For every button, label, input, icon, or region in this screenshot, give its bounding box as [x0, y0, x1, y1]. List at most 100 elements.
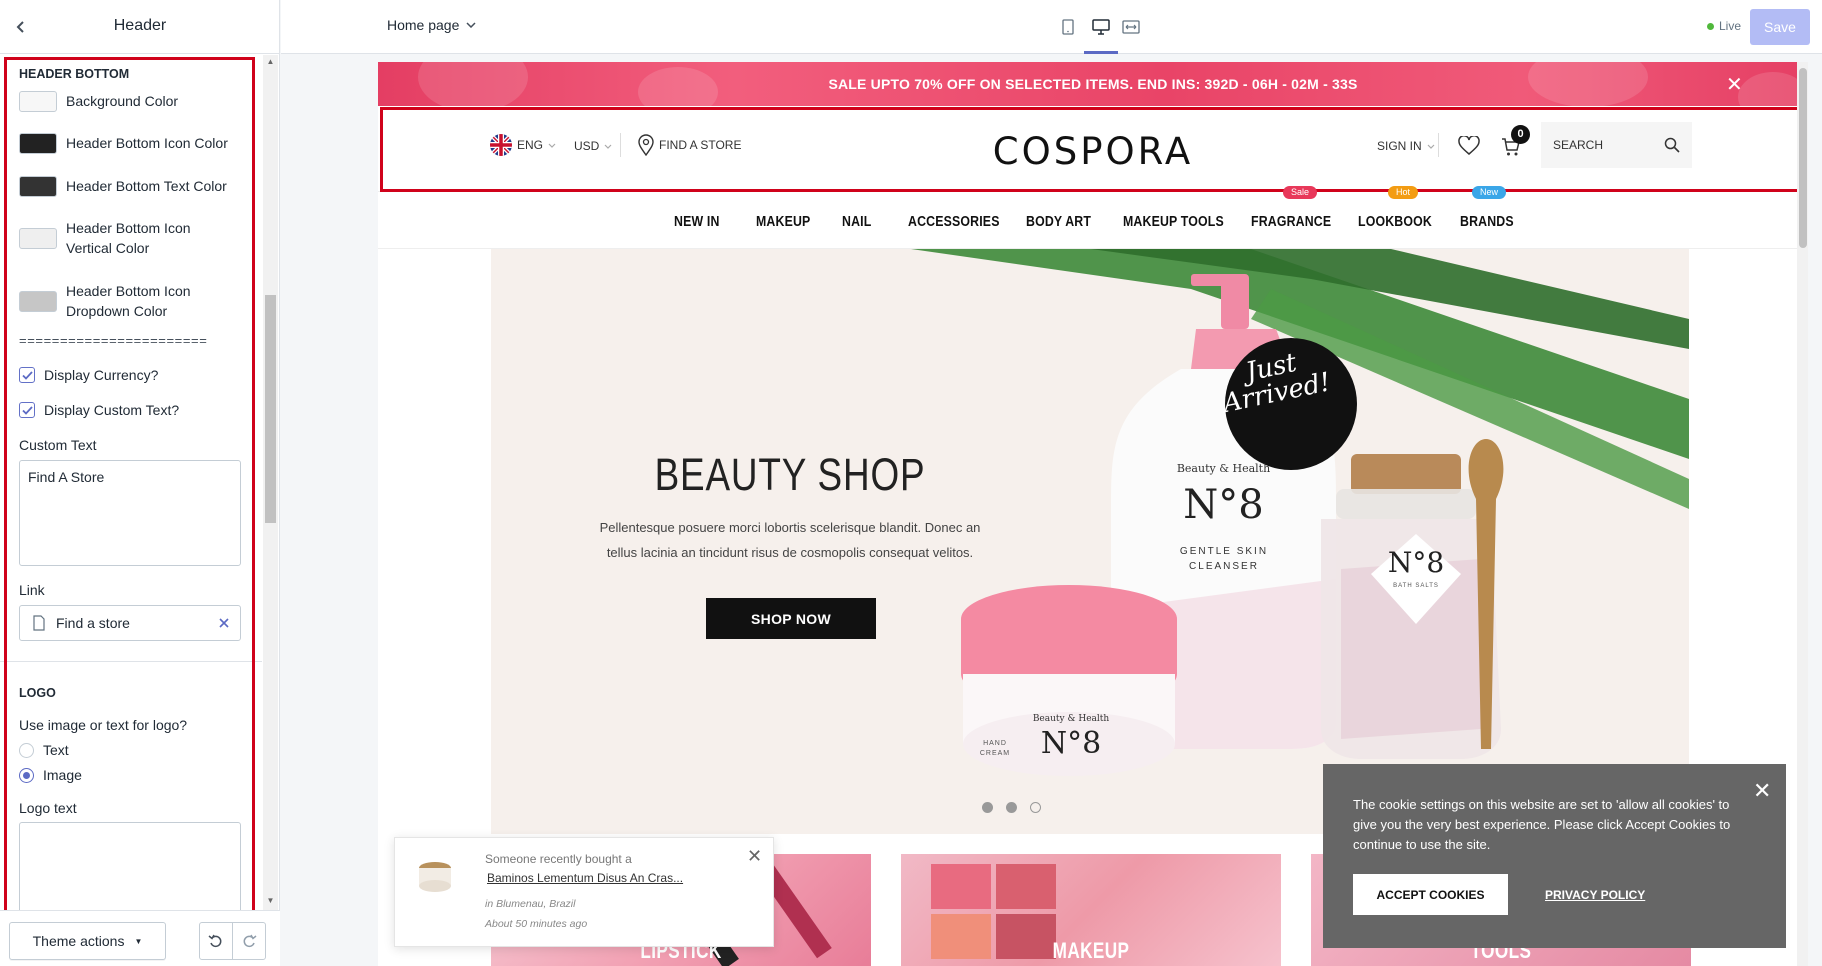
nav-item-brands[interactable]: BRANDS [1460, 214, 1514, 230]
sign-in-menu[interactable]: SIGN IN [1377, 139, 1435, 153]
slide-dot-3[interactable] [1030, 802, 1041, 813]
save-button[interactable]: Save [1750, 9, 1810, 45]
close-icon[interactable]: ✕ [747, 846, 762, 867]
link-value: Find a store [56, 615, 130, 631]
scrollbar-thumb[interactable] [265, 295, 276, 523]
bottle-description: GENTLE SKIN CLEANSER [1179, 546, 1269, 572]
bottle-brand: Beauty & Health [1176, 462, 1271, 475]
nav-item-makeup-tools[interactable]: MAKEUP TOOLS [1123, 214, 1224, 230]
editor-topbar: Home page Live Save [281, 0, 1822, 54]
checkbox-label: Display Currency? [44, 367, 159, 383]
search-placeholder: SEARCH [1553, 138, 1604, 152]
nav-item-makeup[interactable]: MAKEUP [756, 214, 810, 230]
recent-purchase-popup: Someone recently bought a Baminos Lement… [394, 837, 774, 947]
nav-item-accessories[interactable]: ACCESSORIES [908, 214, 1000, 230]
hero-description: Pellentesque posuere morci lobortis scel… [599, 520, 981, 560]
slide-dot-2[interactable] [1006, 802, 1017, 813]
redo-icon [243, 934, 257, 948]
checkmark-icon [21, 405, 33, 415]
announcement-bar: SALE UPTO 70% OFF ON SELECTED ITEMS. END… [378, 62, 1808, 106]
sidebar-title: Header [113, 17, 167, 34]
nav-item-fragrance[interactable]: FRAGRANCE [1251, 214, 1331, 230]
caret-down-icon: ▼ [134, 936, 143, 946]
custom-text-textarea[interactable]: Find A Store [19, 460, 241, 566]
live-dot-icon [1707, 22, 1714, 30]
privacy-policy-link[interactable]: PRIVACY POLICY [1545, 888, 1645, 902]
scroll-up-arrow-icon[interactable]: ▲ [263, 57, 278, 69]
sale-badge: Sale [1283, 186, 1318, 199]
color-setting-icon-vertical[interactable]: Header Bottom Icon Vertical Color [19, 214, 244, 262]
slide-dot-1[interactable] [982, 802, 993, 813]
logo-option-image[interactable]: Image [19, 767, 82, 783]
color-swatch[interactable] [19, 175, 57, 197]
undo-button[interactable] [199, 922, 233, 960]
checkbox[interactable] [19, 367, 35, 383]
display-currency-checkbox[interactable]: Display Currency? [19, 367, 158, 383]
radio[interactable] [19, 767, 34, 783]
mobile-view-button[interactable] [1055, 14, 1081, 40]
close-icon[interactable]: ✕ [1753, 778, 1771, 804]
color-swatch[interactable] [19, 90, 57, 112]
link-picker[interactable]: Find a store [19, 605, 241, 641]
header-bottom: ENG USD FIND A STORE COSPORA SIGN IN 0 S… [378, 106, 1808, 192]
sidebar-header: Header [0, 0, 280, 54]
cart-count-badge: 0 [1511, 125, 1530, 144]
vertical-divider [1438, 133, 1439, 157]
live-label: Live [1719, 19, 1742, 33]
sidebar-footer: Theme actions ▼ [0, 910, 280, 966]
wishlist-button[interactable] [1458, 134, 1480, 161]
theme-actions-button[interactable]: Theme actions ▼ [9, 922, 166, 960]
color-setting-icon[interactable]: Header Bottom Icon Color [19, 123, 244, 163]
display-custom-text-checkbox[interactable]: Display Custom Text? [19, 402, 179, 418]
hero-slideshow: Just Arrived! Beauty & Health N°8 GENTLE… [491, 249, 1689, 834]
new-badge: New [1472, 186, 1507, 199]
chevron-down-icon [466, 22, 476, 28]
shop-now-button[interactable]: SHOP NOW [706, 598, 876, 639]
search-input[interactable]: SEARCH [1541, 122, 1692, 168]
scrollbar-thumb[interactable] [1799, 68, 1807, 248]
page-selector-label: Home page [387, 17, 460, 33]
color-setting-text[interactable]: Header Bottom Text Color [19, 166, 244, 206]
accept-cookies-button[interactable]: ACCEPT COOKIES [1353, 874, 1508, 915]
nav-item-body-art[interactable]: BODY ART [1026, 214, 1091, 230]
desktop-icon [1092, 19, 1110, 35]
editor-sidebar: Header HEADER BOTTOM Background Color He… [0, 0, 280, 966]
logo-option-text[interactable]: Text [19, 742, 69, 758]
nav-item-nail[interactable]: NAIL [842, 214, 871, 230]
radio-label: Text [43, 742, 69, 758]
nav-item-lookbook[interactable]: LOOKBOOK [1358, 214, 1432, 230]
color-swatch[interactable] [19, 227, 57, 249]
color-swatch[interactable] [19, 132, 57, 154]
link-label: Link [19, 582, 45, 598]
section-divider [0, 661, 262, 662]
desktop-view-button[interactable] [1088, 14, 1114, 40]
color-setting-background[interactable]: Background Color [19, 81, 244, 121]
jar-brand: Beauty & Health [1032, 714, 1110, 724]
search-icon[interactable] [1664, 137, 1680, 153]
category-makeup[interactable]: MAKEUP [901, 854, 1281, 966]
close-icon[interactable]: ✕ [1726, 72, 1743, 97]
sidebar-scrollbar[interactable]: ▲ ▼ [263, 55, 278, 910]
logo-choice-label: Use image or text for logo? [19, 717, 188, 733]
cookie-consent: ✕ The cookie settings on this website ar… [1323, 764, 1786, 948]
fullscreen-view-button[interactable] [1118, 14, 1144, 40]
scroll-down-arrow-icon[interactable]: ▼ [263, 896, 278, 908]
redo-button[interactable] [232, 922, 266, 960]
checkbox[interactable] [19, 402, 35, 418]
live-status: Live [1707, 19, 1741, 33]
storefront-preview: SALE UPTO 70% OFF ON SELECTED ITEMS. END… [378, 62, 1808, 966]
color-swatch[interactable] [19, 290, 57, 312]
clear-link-icon[interactable] [218, 617, 230, 629]
color-setting-icon-dropdown[interactable]: Header Bottom Icon Dropdown Color [19, 277, 244, 325]
preview-scrollbar[interactable] [1797, 62, 1808, 966]
page-selector[interactable]: Home page [387, 17, 476, 33]
recent-purchase-product[interactable]: Baminos Lementum Disus An Cras... [487, 871, 683, 885]
color-label: Header Bottom Icon Color [66, 135, 228, 151]
mobile-icon [1062, 19, 1074, 35]
logo-text-textarea[interactable] [19, 822, 241, 910]
cookie-text: The cookie settings on this website are … [1353, 797, 1731, 852]
sidebar-settings: HEADER BOTTOM Background Color Header Bo… [0, 55, 262, 910]
nav-item-new-in[interactable]: NEW IN [674, 214, 720, 230]
sign-in-label: SIGN IN [1377, 139, 1422, 153]
radio[interactable] [19, 742, 34, 758]
